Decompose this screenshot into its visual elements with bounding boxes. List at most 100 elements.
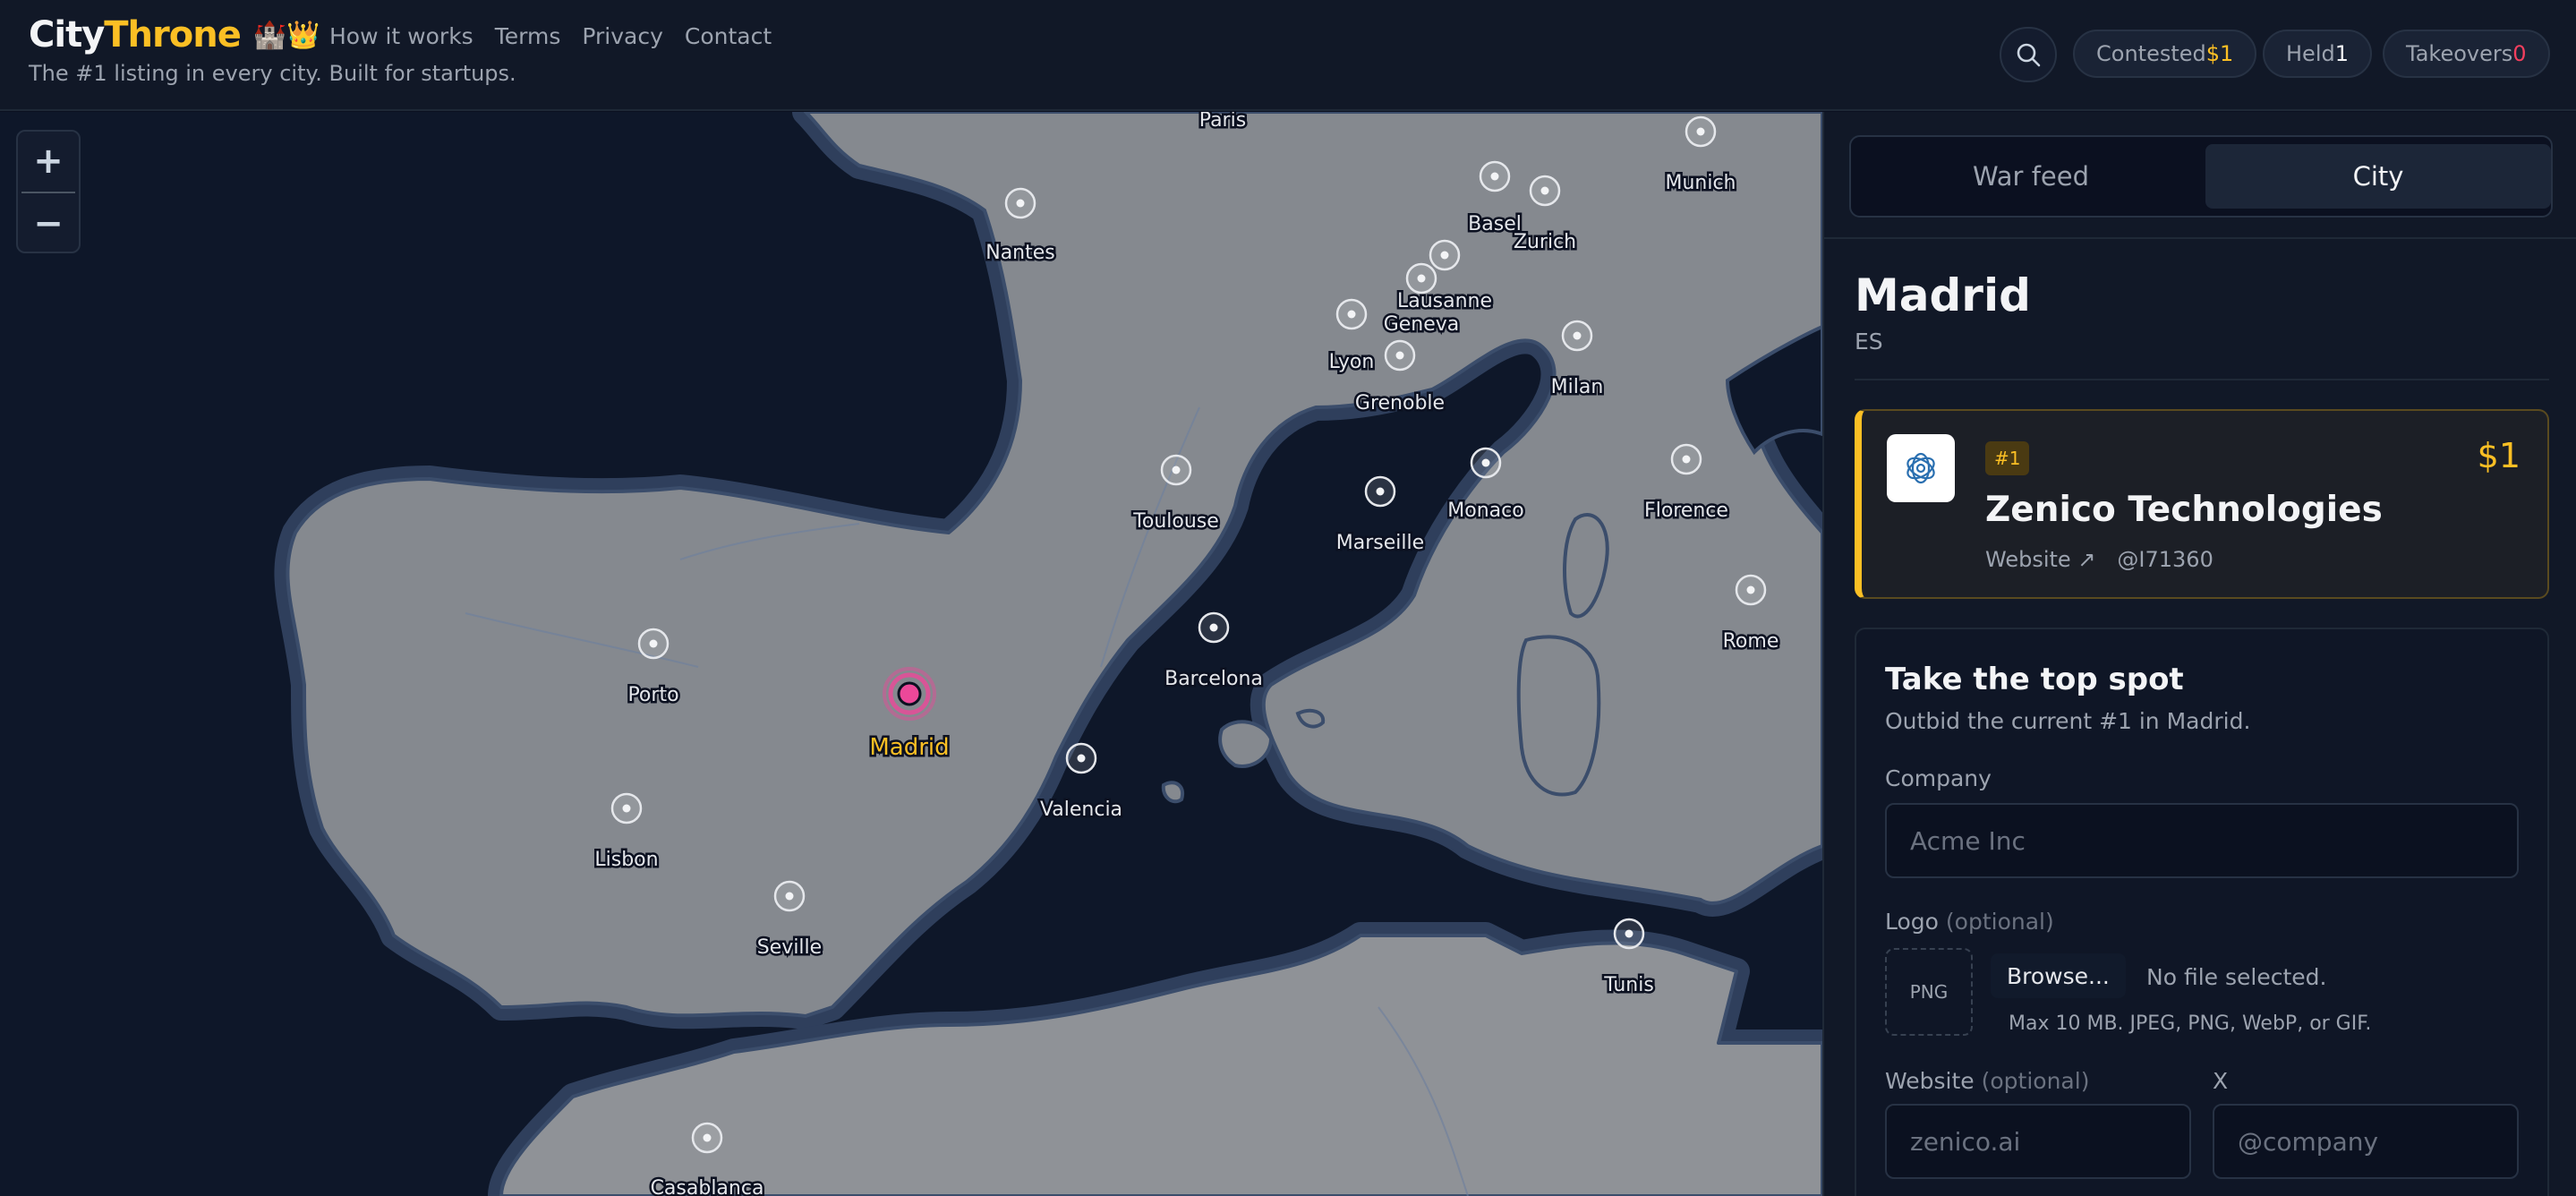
zoom-in-button[interactable]: + (18, 132, 79, 191)
logo-label-text: Logo (1885, 909, 1939, 935)
city-marker-dot (1417, 274, 1426, 283)
website-optional-text: (optional) (1981, 1068, 2090, 1094)
browse-button[interactable]: Browse... (1991, 953, 2126, 998)
divider (1855, 379, 2549, 380)
island-ibiza (1161, 781, 1185, 804)
city-label: Geneva (1384, 313, 1460, 336)
city-marker-dot (1540, 186, 1549, 195)
company-input[interactable] (1885, 803, 2519, 878)
website-input[interactable] (1885, 1104, 2191, 1179)
city-label: Barcelona (1164, 668, 1263, 690)
contested-value: $1 (2205, 41, 2234, 66)
city-label: Munich (1665, 172, 1736, 194)
city-marker-dot (1696, 127, 1705, 136)
city-label: Marseille (1336, 532, 1424, 554)
file-status: No file selected. (2146, 964, 2327, 990)
search-icon (2017, 43, 2041, 67)
zoom-out-button[interactable]: − (18, 194, 79, 253)
city-marker-dot (1172, 466, 1181, 474)
contested-stat[interactable]: Contested $1 (2073, 30, 2257, 78)
city-label: Lisbon (594, 849, 658, 871)
zenico-logo-icon (1887, 434, 1955, 502)
city-country-code: ES (1855, 329, 1883, 355)
city-marker-dot (1573, 331, 1582, 340)
selected-city-label: Madrid (869, 734, 949, 761)
nav-how-it-works[interactable]: How it works (329, 23, 473, 49)
map-canvas[interactable]: ParisNantesMunichBaselZurichLausanneGene… (0, 112, 1822, 1196)
city-marker-dot (703, 1133, 712, 1142)
company-label: Company (1885, 765, 1992, 791)
zoom-divider (21, 192, 75, 193)
tagline: The #1 listing in every city. Built for … (29, 61, 516, 86)
city-label: Zurich (1514, 231, 1576, 253)
sidebar-tabs: War feed City (1849, 135, 2553, 218)
city-label: Nantes (985, 242, 1055, 264)
held-value: 1 (2334, 41, 2349, 66)
main-nav: How it works Terms Privacy Contact (329, 23, 772, 49)
form-title: Take the top spot (1885, 662, 2184, 697)
city-label: Monaco (1447, 500, 1523, 522)
city-marker-dot (622, 804, 631, 813)
city-marker-dot (1395, 351, 1404, 360)
world-map[interactable]: Paris Nantes Munich Basel Zurich Lausanne Gene… (0, 112, 1822, 1196)
city-marker[interactable]: Marseille (1334, 475, 1427, 557)
logo-preview[interactable]: PNG (1885, 948, 1973, 1036)
city-marker[interactable]: Barcelona (1163, 611, 1265, 693)
city-label: Lyon (1329, 351, 1375, 373)
takeover-form: Take the top spot Outbid the current #1 … (1855, 628, 2549, 1196)
city-marker-dot (1376, 487, 1385, 496)
city-label: Toulouse (1132, 510, 1219, 533)
tab-war-feed[interactable]: War feed (1858, 144, 2204, 209)
takeovers-label: Takeovers (2406, 41, 2513, 66)
city-marker[interactable]: Paris (1197, 112, 1248, 134)
website-label-text: Website (1885, 1068, 1975, 1094)
castle-crown-icon: 🏰👑 (252, 19, 320, 51)
city-marker-dot (1077, 754, 1086, 763)
logo-label: Logo (optional) (1885, 909, 2054, 935)
city-marker-dot (1625, 929, 1633, 938)
city-label: Valencia (1040, 799, 1122, 821)
city-label: Porto (627, 684, 678, 706)
leader-website-link[interactable]: Website ↗ (1985, 547, 2095, 572)
city-marker-dot (1016, 199, 1025, 208)
brand-throne-text: Throne (104, 14, 242, 56)
city-title: Madrid (1855, 269, 2031, 321)
leader-company-name: Zenico Technologies (1985, 490, 2383, 530)
brand-logo[interactable]: City Throne 🏰👑 (29, 14, 320, 56)
leader-price: $1 (2477, 436, 2521, 475)
logo-optional-text: (optional) (1945, 909, 2054, 935)
nav-terms[interactable]: Terms (495, 23, 561, 49)
takeovers-value: 0 (2512, 41, 2527, 66)
form-subtitle: Outbid the current #1 in Madrid. (1885, 708, 2251, 734)
city-marker-dot (1490, 172, 1499, 181)
city-label: Florence (1644, 500, 1728, 522)
leader-x-handle-link[interactable]: @I71360 (2117, 547, 2213, 572)
contested-label: Contested (2096, 41, 2206, 66)
city-marker-dot (1481, 458, 1490, 467)
city-label: Casablanca (651, 1177, 764, 1196)
nav-privacy[interactable]: Privacy (582, 23, 663, 49)
divider (1824, 237, 2576, 239)
held-stat[interactable]: Held 1 (2263, 30, 2372, 78)
website-label: Website (optional) (1885, 1068, 2089, 1094)
city-label: Tunis (1603, 974, 1654, 996)
city-marker-dot (1682, 455, 1691, 464)
city-marker-dot (1347, 310, 1356, 319)
island-mallorca (1218, 720, 1274, 768)
zoom-controls: + − (16, 130, 81, 253)
leader-links: Website ↗ @I71360 (1985, 547, 2213, 572)
city-marker-dot (1440, 251, 1449, 260)
city-marker-dot (1746, 585, 1755, 594)
takeovers-stat[interactable]: Takeovers 0 (2383, 30, 2550, 78)
tab-city[interactable]: City (2205, 144, 2551, 209)
city-label: Seville (757, 936, 822, 959)
file-hint: Max 10 MB. JPEG, PNG, WebP, or GIF. (2009, 1012, 2372, 1035)
city-marker-dot (649, 639, 658, 648)
current-leader-card: #1 $1 Zenico Technologies Website ↗ @I71… (1855, 409, 2549, 599)
brand-city-text: City (29, 14, 105, 56)
nav-contact[interactable]: Contact (685, 23, 772, 49)
held-label: Held (2286, 41, 2335, 66)
x-handle-input[interactable] (2213, 1104, 2519, 1179)
search-button[interactable] (2000, 27, 2057, 82)
city-sidebar: War feed City Madrid ES #1 $1 Zenico Tec… (1822, 112, 2576, 1196)
